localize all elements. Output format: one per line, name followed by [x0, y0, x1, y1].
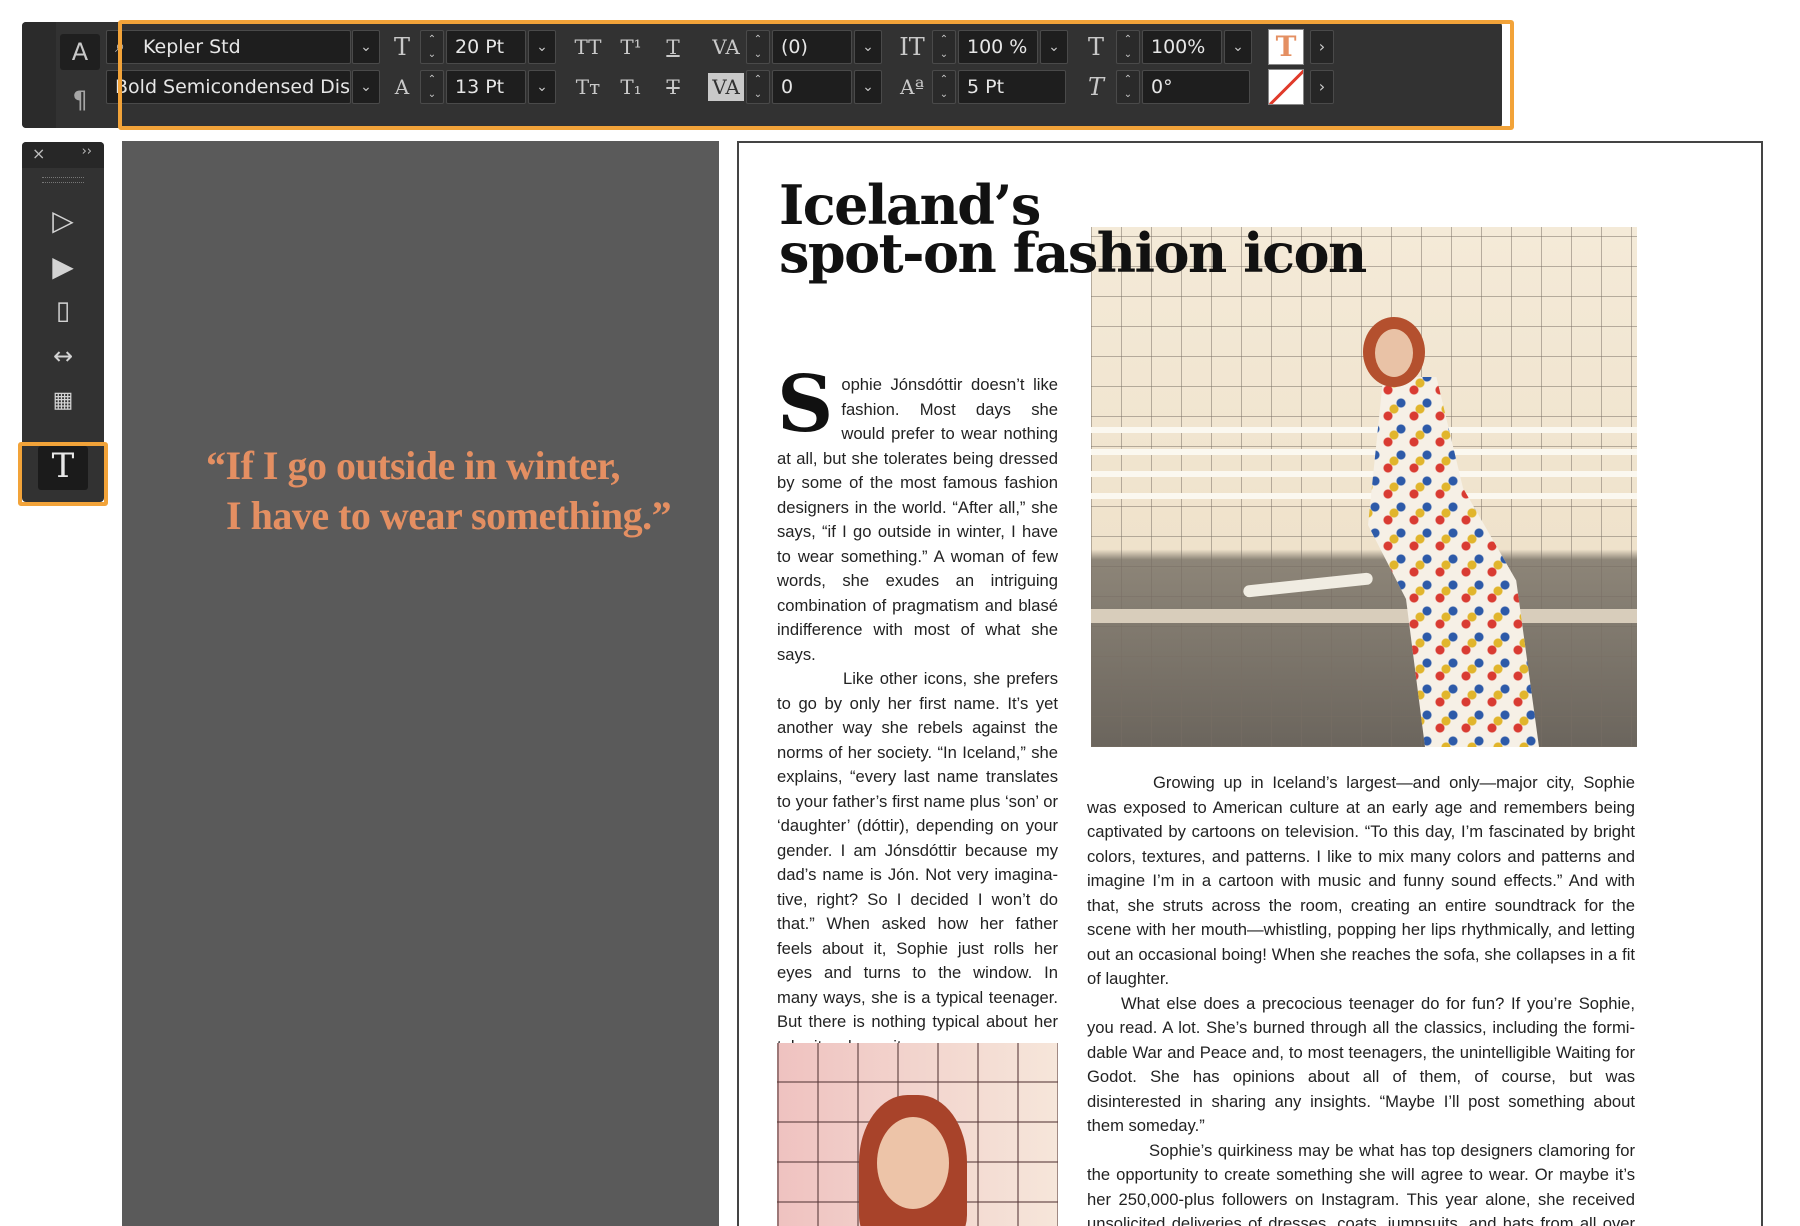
paragraph: Sophie Jónsdóttir doesn’t like fashion. … — [777, 359, 1058, 664]
panel-grip[interactable] — [22, 22, 56, 128]
model-photo-small[interactable] — [777, 1043, 1058, 1226]
horizontal-scale-field[interactable]: 100% — [1142, 30, 1222, 64]
font-family-field[interactable]: ⌕ Kepler Std — [106, 30, 351, 64]
tools-grip[interactable] — [42, 177, 84, 183]
drop-cap: S — [777, 359, 834, 450]
leading-dropdown[interactable]: ⌄ — [528, 70, 556, 104]
left-page: “If I go outside in winter, I have to we… — [122, 141, 719, 1226]
kerning-stepper[interactable]: ⌃ ⌄ — [746, 30, 770, 64]
horizontal-scale-dropdown[interactable]: ⌄ — [1224, 30, 1252, 64]
font-style-value: Bold Semicondensed Display — [115, 76, 350, 98]
fill-options-arrow-button[interactable]: › — [1310, 30, 1334, 64]
font-family-value: Kepler Std — [143, 36, 241, 58]
paragraph: Like other icons, she prefers to go by o… — [777, 669, 1058, 1056]
paragraph: What else does a precocious teenager do … — [1087, 993, 1635, 1136]
tracking-icon: VA — [708, 73, 744, 101]
kerning-field[interactable]: (0) — [772, 30, 852, 64]
superscript-button[interactable]: T¹ — [616, 30, 646, 64]
search-icon: ⌕ — [115, 36, 126, 57]
stroke-color-swatch[interactable] — [1268, 69, 1304, 105]
font-size-icon: T — [393, 33, 410, 61]
vertical-scale-field[interactable]: 100 % — [958, 30, 1038, 64]
font-size-field[interactable]: 20 Pt — [446, 30, 526, 64]
leading-icon: A — [394, 75, 410, 99]
body-column-1[interactable]: Sophie Jónsdóttir doesn’t like fashion. … — [777, 359, 1058, 1059]
tools-panel: × ›› ▷ ▶ ▯ ↔ ▦ T — [22, 142, 104, 502]
page-tool-icon[interactable]: ▯ — [38, 296, 88, 340]
baseline-shift-field[interactable]: 5 Pt — [958, 70, 1066, 104]
tracking-field[interactable]: 0 — [772, 70, 852, 104]
baseline-shift-icon: Aª — [900, 75, 924, 99]
direct-selection-tool-icon[interactable]: ▶ — [38, 250, 88, 294]
small-caps-button[interactable]: Tт — [570, 70, 606, 104]
pull-quote-line-1: “If I go outside in winter, — [206, 443, 620, 488]
vertical-scale-stepper[interactable]: ⌃ ⌄ — [932, 30, 956, 64]
no-stroke-icon — [1269, 70, 1303, 104]
body-column-2[interactable]: Growing up in Iceland’s largest—and only… — [1087, 771, 1635, 1226]
paragraph: Growing up in Iceland’s largest—and only… — [1087, 773, 1635, 988]
horizontal-scale-stepper[interactable]: ⌃ ⌄ — [1116, 30, 1140, 64]
character-formatting-mode-button[interactable]: A — [60, 34, 100, 70]
tools-panel-header: × ›› — [22, 142, 104, 168]
pull-quote-line-2: I have to wear something.” — [226, 493, 672, 538]
content-collector-tool-icon[interactable]: ▦ — [38, 388, 88, 432]
subscript-button[interactable]: T₁ — [616, 70, 646, 104]
kerning-dropdown[interactable]: ⌄ — [854, 30, 882, 64]
fill-color-swatch[interactable]: T — [1268, 29, 1304, 65]
type-tool-icon[interactable]: T — [38, 446, 88, 490]
vertical-scale-dropdown[interactable]: ⌄ — [1040, 30, 1068, 64]
leading-stepper[interactable]: ⌃ ⌄ — [420, 70, 444, 104]
font-family-dropdown[interactable]: ⌄ — [352, 30, 380, 64]
paragraph: Sophie’s quirkiness may be what has top … — [1087, 1140, 1635, 1226]
character-control-panel: A ¶ ⌕ Kepler Std ⌄ Bold Semicondensed Di… — [22, 22, 1502, 128]
paragraph-formatting-mode-button[interactable]: ¶ — [60, 82, 100, 118]
skew-field[interactable]: 0° — [1142, 70, 1250, 104]
baseline-shift-stepper[interactable]: ⌃ ⌄ — [932, 70, 956, 104]
vertical-scale-icon: IT — [899, 33, 925, 61]
close-icon[interactable]: × — [32, 144, 45, 163]
tracking-dropdown[interactable]: ⌄ — [854, 70, 882, 104]
pull-quote[interactable]: “If I go outside in winter, I have to we… — [206, 441, 686, 541]
font-size-dropdown[interactable]: ⌄ — [528, 30, 556, 64]
stroke-options-arrow-button[interactable]: › — [1310, 70, 1334, 104]
underline-button[interactable]: T — [658, 30, 688, 64]
font-style-dropdown[interactable]: ⌄ — [352, 70, 380, 104]
font-size-stepper[interactable]: ⌃ ⌄ — [420, 30, 444, 64]
skew-icon: T — [1087, 73, 1104, 101]
gap-tool-icon[interactable]: ↔ — [38, 342, 88, 386]
horizontal-scale-icon: T — [1087, 33, 1104, 61]
leading-field[interactable]: 13 Pt — [446, 70, 526, 104]
font-style-field[interactable]: Bold Semicondensed Display — [106, 70, 351, 104]
selection-tool-icon[interactable]: ▷ — [38, 204, 88, 248]
kerning-icon: VA — [712, 35, 740, 59]
all-caps-button[interactable]: TT — [570, 30, 606, 64]
tracking-stepper[interactable]: ⌃ ⌄ — [746, 70, 770, 104]
headline-line-2: spot-on fashion icon — [779, 221, 1367, 285]
expand-icon[interactable]: ›› — [82, 144, 92, 159]
text-fill-icon: T — [1275, 30, 1297, 63]
strikethrough-button[interactable]: T — [658, 70, 688, 104]
article-headline[interactable]: Iceland’s spot-on fashion icon — [779, 178, 1399, 285]
skew-stepper[interactable]: ⌃ ⌄ — [1116, 70, 1140, 104]
right-page: Iceland’s spot-on fashion icon Sophie Jó… — [737, 141, 1763, 1226]
model-photo-large[interactable] — [1091, 227, 1637, 747]
